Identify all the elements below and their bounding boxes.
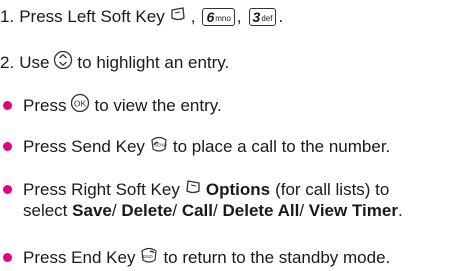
left-soft-key-icon bbox=[169, 6, 187, 27]
navigation-key-icon bbox=[53, 50, 73, 75]
step-2-text-a: Use bbox=[19, 52, 50, 72]
separator: , bbox=[236, 6, 242, 26]
key-6-icon: 6 mno bbox=[202, 7, 235, 26]
option-view-timer: View Timer bbox=[308, 201, 398, 220]
bullet-dot bbox=[3, 101, 12, 110]
bullet-1-text-a: Press bbox=[23, 95, 67, 115]
bullet-2-text-a: Press Send Key bbox=[23, 136, 145, 156]
step-2: 2. Use to highlight an entry. bbox=[0, 50, 229, 75]
step-2-number: 2. bbox=[0, 52, 15, 72]
bullet-2-text-b: to place a call to the number. bbox=[172, 136, 391, 156]
right-soft-key-icon bbox=[184, 179, 202, 200]
step-2-text-b: to highlight an entry. bbox=[77, 52, 230, 72]
bullet-4-text-b: to return to the standby mode. bbox=[163, 247, 391, 267]
separator: , bbox=[190, 6, 196, 26]
bullet-4-text-a: Press End Key bbox=[23, 247, 136, 267]
key-3-sub: def bbox=[261, 13, 273, 23]
bullet-3-text-b: (for call lists) to bbox=[275, 179, 390, 199]
bullet-1-text-b: to view the entry. bbox=[94, 95, 222, 115]
bullet-end-key: Press End Key END to return to the stand… bbox=[0, 245, 390, 270]
ok-key-icon: OK bbox=[70, 93, 90, 118]
option-call: Call bbox=[181, 201, 214, 220]
option-save: Save bbox=[72, 201, 112, 220]
options-label: Options bbox=[205, 179, 271, 199]
svg-text:SEND: SEND bbox=[154, 143, 167, 148]
key-6-main: 6 bbox=[206, 8, 215, 25]
end-key-icon: END bbox=[139, 245, 159, 270]
bullet-right-soft-key-line-2: select Save/ Delete/ Call/ Delete All/ V… bbox=[23, 201, 403, 221]
instruction-document: 1. Press Left Soft Key , 6 mno , 3 def .… bbox=[0, 0, 450, 271]
separator: / bbox=[299, 201, 305, 220]
separator: / bbox=[213, 201, 218, 220]
bullet-right-soft-key: Press Right Soft Key Options (for call l… bbox=[0, 179, 389, 200]
bullet-3-text-a: Press Right Soft Key bbox=[23, 179, 180, 199]
option-delete: Delete bbox=[121, 201, 173, 220]
bullet-send-key: Press Send Key SEND to place a call to t… bbox=[0, 134, 390, 159]
send-key-icon: SEND bbox=[149, 134, 169, 159]
line-end: . bbox=[397, 201, 403, 220]
step-1: 1. Press Left Soft Key , 6 mno , 3 def . bbox=[0, 6, 283, 27]
step-1-end: . bbox=[278, 6, 284, 26]
key-3-main: 3 bbox=[252, 8, 261, 25]
bullet-view-entry: Press OK to view the entry. bbox=[0, 93, 222, 118]
bullet-dot bbox=[3, 142, 12, 151]
option-delete-all: Delete All bbox=[222, 201, 300, 220]
key-6-sub: mno bbox=[215, 13, 231, 23]
step-1-number: 1. bbox=[0, 6, 15, 26]
select-text: select bbox=[23, 201, 68, 220]
bullet-dot bbox=[3, 253, 12, 262]
bullet-dot bbox=[3, 185, 12, 194]
svg-text:END: END bbox=[144, 254, 154, 259]
key-3-icon: 3 def bbox=[248, 7, 277, 26]
svg-text:OK: OK bbox=[74, 99, 87, 109]
separator: / bbox=[111, 201, 117, 220]
step-1-text: Press Left Soft Key bbox=[19, 6, 165, 26]
separator: / bbox=[172, 201, 178, 220]
